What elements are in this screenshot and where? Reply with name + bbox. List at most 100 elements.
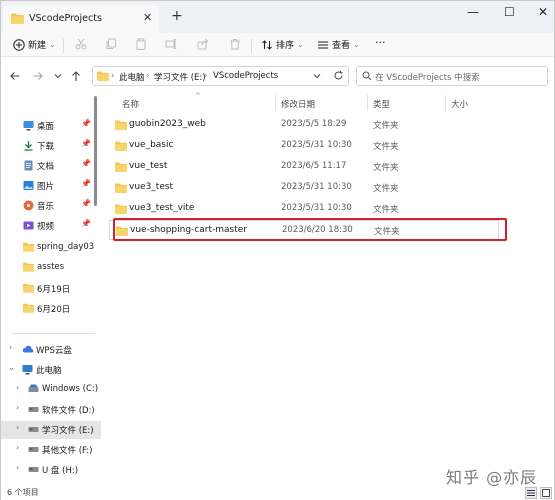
sidebar-item-wps-cloud[interactable]: › WPS云盘 — [1, 341, 101, 359]
music-icon — [23, 200, 34, 214]
chevron-right-icon[interactable]: › — [16, 443, 19, 452]
sidebar-item-label: 桌面 — [37, 122, 55, 132]
table-row[interactable]: guobin2023_web 2023/5/5 18:29 文件夹 — [109, 115, 499, 135]
sidebar-item-label: 图片 — [37, 182, 55, 192]
sidebar-item-spring-day03[interactable]: spring_day03 — [1, 239, 101, 257]
chevron-right-icon[interactable]: › — [16, 403, 19, 412]
sidebar-item-jun20[interactable]: 6月20日 — [1, 300, 101, 318]
tab-vscodeprojects[interactable]: VScodeProjects ✕ — [3, 5, 159, 33]
file-type: 文件夹 — [373, 205, 399, 215]
column-divider[interactable] — [367, 95, 368, 111]
details-view-icon[interactable] — [525, 487, 537, 499]
chevron-down-icon: ⌄ — [297, 40, 304, 49]
sidebar-item-downloads[interactable]: 下载 📌 — [1, 137, 101, 155]
sort-button[interactable]: 排序 ⌄ — [261, 38, 304, 51]
up-arrow-icon[interactable] — [70, 70, 82, 85]
column-header-name[interactable]: 名称 — [122, 98, 139, 110]
command-bar: 新建 ⌄ 排序 ⌄ 查看 ⌄ ··· — [1, 33, 554, 57]
drive-icon — [28, 404, 39, 416]
folder-icon — [11, 13, 24, 24]
address-bar[interactable]: › 此电脑 › 学习文件 (E:) › VScodeProjects — [92, 66, 349, 86]
rename-icon — [165, 39, 177, 49]
chevron-down-icon[interactable]: ⌄ — [8, 363, 15, 372]
table-row[interactable]: vue3_test_vite 2023/5/31 10:30 文件夹 — [109, 199, 499, 219]
navigation-pane: 桌面 📌 下载 📌 文档 📌 图片 📌 音乐 📌 视频 📌 spring_day… — [1, 91, 101, 487]
new-label: 新建 — [28, 41, 47, 51]
refresh-icon[interactable] — [333, 70, 344, 84]
breadcrumb-vscodeprojects[interactable]: VScodeProjects — [213, 71, 278, 81]
close-tab-icon[interactable]: ✕ — [143, 11, 152, 24]
new-button[interactable]: 新建 ⌄ — [13, 38, 56, 51]
column-divider[interactable] — [275, 95, 276, 111]
sidebar-item-drive-d[interactable]: › 软件文件 (D:) — [1, 401, 101, 419]
sidebar-item-label: 6月19日 — [37, 285, 71, 295]
sidebar-item-videos[interactable]: 视频 📌 — [1, 217, 101, 235]
delete-button[interactable] — [229, 38, 241, 50]
close-window-button[interactable]: ✕ — [538, 5, 548, 19]
sidebar-item-drive-h[interactable]: › U 盘 (H:) — [1, 461, 101, 479]
cut-button[interactable] — [75, 38, 87, 50]
sidebar-item-drive-e[interactable]: › 学习文件 (E:) — [1, 421, 101, 439]
sort-label: 排序 — [276, 41, 295, 51]
column-header-size[interactable]: 大小 — [451, 98, 468, 110]
file-type: 文件夹 — [373, 121, 399, 131]
copy-icon — [106, 38, 116, 49]
sidebar-item-label: 视频 — [37, 222, 55, 232]
column-divider[interactable] — [445, 95, 446, 111]
view-button[interactable]: 查看 ⌄ — [317, 38, 360, 51]
minimize-button[interactable]: — — [467, 5, 479, 19]
folder-icon — [23, 242, 34, 255]
sort-icon — [262, 39, 272, 50]
sidebar-scrollbar[interactable] — [94, 96, 97, 206]
breadcrumb-separator: › — [146, 71, 150, 81]
sidebar-item-desktop[interactable]: 桌面 📌 — [1, 117, 101, 135]
chevron-right-icon[interactable]: › — [16, 383, 19, 392]
file-name: guobin2023_web — [129, 119, 206, 129]
paste-icon — [136, 38, 146, 50]
breadcrumb-drive-e[interactable]: 学习文件 (E:) — [154, 71, 206, 83]
table-row[interactable]: vue3_test 2023/5/31 10:30 文件夹 — [109, 178, 499, 198]
pin-icon: 📌 — [81, 219, 91, 228]
video-icon — [23, 220, 34, 234]
copy-button[interactable] — [105, 38, 117, 50]
forward-arrow-icon[interactable] — [32, 70, 44, 85]
address-dropdown-icon[interactable] — [312, 71, 322, 84]
maximize-button[interactable]: ☐ — [504, 5, 515, 19]
rename-button[interactable] — [165, 38, 177, 50]
sidebar-item-documents[interactable]: 文档 📌 — [1, 157, 101, 175]
sidebar-item-drive-c[interactable]: › Windows (C:) — [1, 381, 101, 399]
view-icon — [318, 41, 328, 48]
chevron-down-icon: ⌄ — [49, 40, 56, 49]
new-tab-button[interactable]: + — [171, 8, 183, 24]
more-options-button[interactable]: ··· — [375, 36, 386, 49]
sidebar-item-asstes[interactable]: asstes — [1, 259, 101, 277]
sidebar-item-label: 文档 — [37, 162, 55, 172]
back-arrow-icon[interactable] — [9, 70, 21, 85]
chevron-right-icon[interactable]: › — [9, 343, 12, 352]
file-date: 2023/5/5 18:29 — [281, 119, 347, 129]
chevron-right-icon[interactable]: › — [16, 463, 19, 472]
folder-icon — [115, 141, 127, 154]
file-date: 2023/5/31 10:30 — [281, 140, 352, 150]
share-button[interactable] — [197, 38, 209, 50]
new-plus-icon — [13, 38, 25, 51]
share-icon — [197, 38, 209, 50]
file-type: 文件夹 — [373, 184, 399, 194]
chevron-right-icon[interactable]: › — [16, 423, 19, 432]
recent-chevron-icon[interactable] — [53, 70, 63, 85]
sidebar-item-this-pc[interactable]: ⌄ 此电脑 — [1, 361, 101, 379]
pin-icon: 📌 — [81, 199, 91, 208]
sidebar-item-drive-f[interactable]: › 其他文件 (F:) — [1, 441, 101, 459]
paste-button[interactable] — [135, 38, 147, 50]
sidebar-item-music[interactable]: 音乐 📌 — [1, 197, 101, 215]
search-input[interactable]: 在 VScodeProjects 中搜索 — [356, 66, 548, 86]
breadcrumb-this-pc[interactable]: 此电脑 — [119, 71, 145, 83]
column-header-type[interactable]: 类型 — [373, 98, 390, 110]
table-row[interactable]: vue_test 2023/6/5 11:17 文件夹 — [109, 157, 499, 177]
sidebar-item-jun19[interactable]: 6月19日 — [1, 280, 101, 298]
table-row[interactable]: vue_basic 2023/5/31 10:30 文件夹 — [109, 136, 499, 156]
sidebar-item-pictures[interactable]: 图片 📌 — [1, 177, 101, 195]
status-bar: 6 个项目 — [1, 487, 554, 500]
tiles-view-icon[interactable] — [540, 487, 552, 499]
column-header-date[interactable]: 修改日期 — [281, 98, 315, 110]
